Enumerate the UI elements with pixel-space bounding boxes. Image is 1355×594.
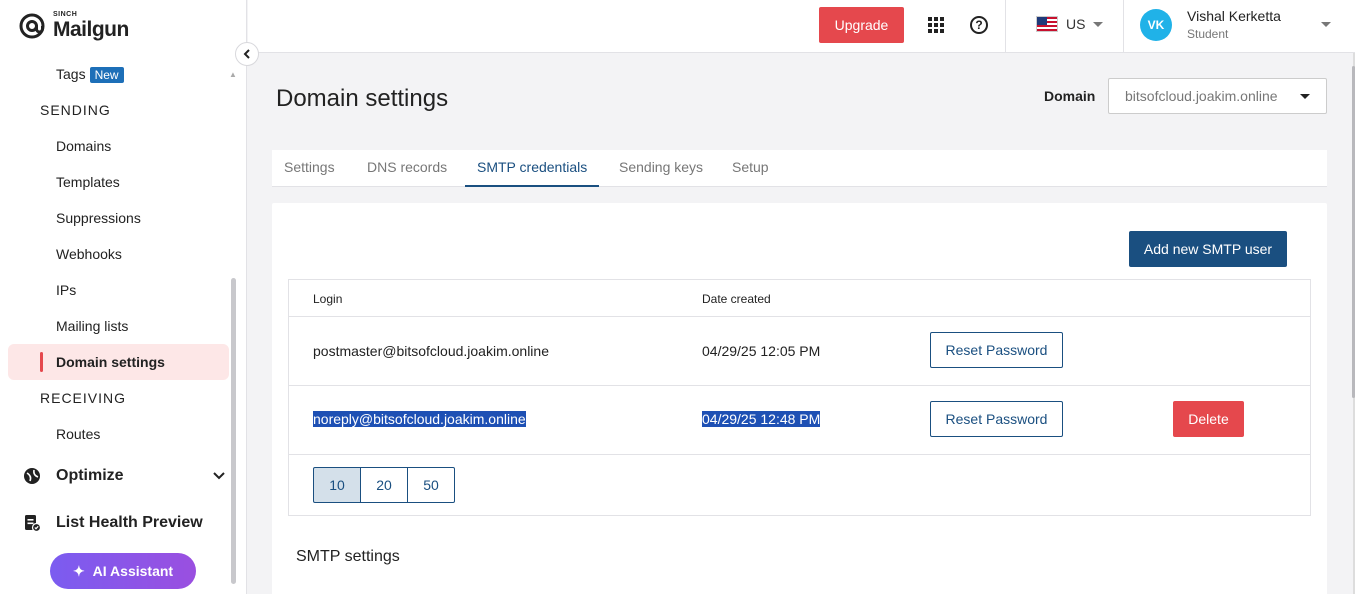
sidebar-item-domain-settings[interactable]: Domain settings <box>56 354 165 370</box>
sidebar-item-label: Tags <box>56 66 86 82</box>
smtp-credentials-card: Add new SMTP user Login Date created pos… <box>272 203 1327 594</box>
tab-setup[interactable]: Setup <box>732 159 769 175</box>
logo-name-text: Mailgun <box>53 18 129 41</box>
active-tab-indicator <box>465 185 599 187</box>
page-size-20-button[interactable]: 20 <box>360 467 408 503</box>
sidebar-item-optimize[interactable]: Optimize <box>56 467 124 485</box>
reset-password-button[interactable]: Reset Password <box>930 401 1063 437</box>
date-cell: 04/29/25 12:05 PM <box>702 343 821 359</box>
tab-dns-records[interactable]: DNS records <box>367 159 447 175</box>
smtp-settings-heading: SMTP settings <box>296 548 400 565</box>
new-badge: New <box>89 67 124 83</box>
sidebar-item-domains[interactable]: Domains <box>56 138 111 154</box>
user-menu[interactable]: VK Vishal Kerketta Student <box>1140 8 1331 41</box>
us-flag-icon <box>1036 16 1058 32</box>
avatar: VK <box>1140 8 1172 41</box>
reset-password-button[interactable]: Reset Password <box>930 332 1063 368</box>
sidebar-item-list-health-preview[interactable]: List Health Preview <box>56 514 203 532</box>
caret-down-icon <box>1300 94 1310 99</box>
domain-select-value: bitsofcloud.joakim.online <box>1125 88 1278 104</box>
sidebar: SINCH Mailgun Tags New ▲ SENDING Domains … <box>0 0 247 594</box>
page-title: Domain settings <box>276 85 449 112</box>
page-size-selector: 10 20 50 <box>313 467 455 503</box>
optimize-icon <box>24 468 40 484</box>
sidebar-item-tags[interactable]: Tags New <box>56 66 124 83</box>
domain-select[interactable]: bitsofcloud.joakim.online <box>1108 78 1327 114</box>
topbar-divider <box>1123 0 1124 53</box>
table-divider <box>289 385 1310 386</box>
user-name: Vishal Kerketta <box>1187 8 1281 24</box>
sidebar-item-webhooks[interactable]: Webhooks <box>56 246 122 262</box>
mailgun-logo[interactable]: SINCH Mailgun <box>19 11 129 41</box>
delete-button[interactable]: Delete <box>1173 401 1244 437</box>
user-role: Student <box>1187 27 1229 41</box>
date-cell: 04/29/25 12:48 PM <box>702 411 821 427</box>
receiving-section-header: RECEIVING <box>40 390 127 406</box>
sidebar-item-suppressions[interactable]: Suppressions <box>56 210 141 226</box>
caret-down-icon <box>1320 22 1331 27</box>
ai-assistant-label: AI Assistant <box>92 563 174 579</box>
list-health-icon <box>25 515 41 532</box>
column-header-login: Login <box>313 292 343 306</box>
chevron-left-icon <box>243 49 250 59</box>
login-cell: postmaster@bitsofcloud.joakim.online <box>313 343 549 359</box>
tab-settings[interactable]: Settings <box>284 159 335 175</box>
sidebar-item-templates[interactable]: Templates <box>56 174 120 190</box>
tab-smtp-credentials[interactable]: SMTP credentials <box>477 159 587 175</box>
smtp-users-table: Login Date created postmaster@bitsofclou… <box>288 279 1311 516</box>
mailgun-logo-icon <box>19 13 45 39</box>
tab-sending-keys[interactable]: Sending keys <box>619 159 703 175</box>
login-cell: noreply@bitsofcloud.joakim.online <box>313 411 526 427</box>
table-divider <box>289 454 1310 455</box>
upgrade-button[interactable]: Upgrade <box>819 7 904 43</box>
sidebar-scrollbar[interactable] <box>231 278 236 584</box>
sidebar-item-routes[interactable]: Routes <box>56 426 100 442</box>
add-smtp-user-button[interactable]: Add new SMTP user <box>1129 231 1287 267</box>
caret-down-icon <box>1093 21 1104 27</box>
table-divider <box>289 316 1310 317</box>
column-header-date-created: Date created <box>702 292 771 306</box>
help-icon[interactable]: ? <box>970 16 988 34</box>
page-size-50-button[interactable]: 50 <box>407 467 455 503</box>
sidebar-active-indicator <box>40 352 43 372</box>
page-size-10-button[interactable]: 10 <box>313 467 361 503</box>
collapse-sidebar-button[interactable] <box>235 42 259 66</box>
topbar: Upgrade ? US VK Vishal Kerketta Student <box>248 0 1355 53</box>
sidebar-item-mailing-lists[interactable]: Mailing lists <box>56 318 128 334</box>
apps-grid-icon[interactable] <box>928 17 944 33</box>
sidebar-item-ips[interactable]: IPs <box>56 282 76 298</box>
topbar-divider <box>1005 0 1006 53</box>
scroll-up-icon[interactable]: ▲ <box>229 70 237 79</box>
chevron-down-icon[interactable] <box>213 472 225 480</box>
region-selector[interactable]: US <box>1036 16 1104 32</box>
domain-label: Domain <box>1044 88 1096 104</box>
ai-assistant-button[interactable]: ✦ AI Assistant <box>50 553 196 589</box>
region-label: US <box>1066 16 1086 32</box>
sparkle-icon: ✦ <box>72 562 85 579</box>
sending-section-header: SENDING <box>40 102 111 118</box>
tab-bar: Settings DNS records SMTP credentials Se… <box>272 150 1327 187</box>
